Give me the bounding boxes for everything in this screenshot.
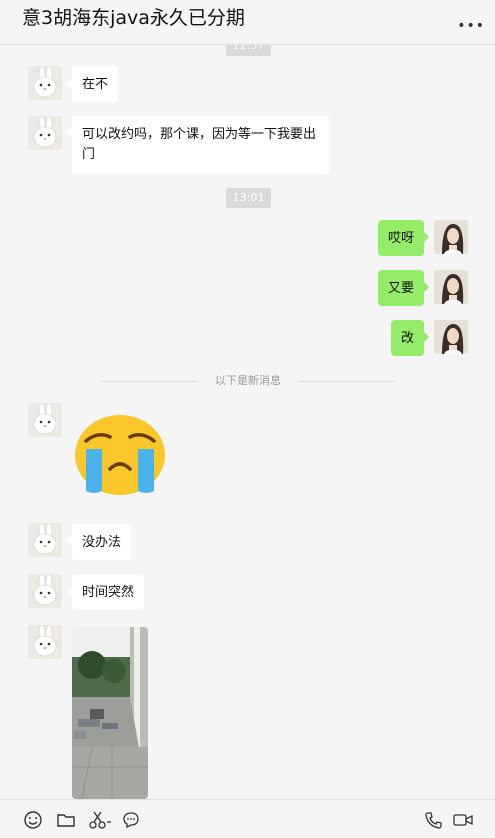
video-icon[interactable]: [452, 810, 474, 830]
message-outgoing[interactable]: 哎呀: [377, 220, 430, 256]
scissors-icon[interactable]: [88, 810, 114, 830]
message-incoming[interactable]: 可以改约吗，那个课，因为等一下我要出门: [67, 116, 330, 174]
avatar-contact[interactable]: [28, 625, 62, 659]
new-messages-divider: 以下是新消息: [102, 371, 394, 391]
divider-line: [298, 381, 394, 382]
more-options-icon[interactable]: •••: [457, 18, 485, 34]
avatar-self[interactable]: [434, 320, 468, 354]
message-incoming[interactable]: 在不: [66, 66, 119, 102]
phone-icon[interactable]: [424, 810, 444, 830]
avatar-contact[interactable]: [28, 523, 62, 557]
avatar-contact[interactable]: [28, 574, 62, 608]
message-incoming[interactable]: 没办法: [66, 524, 132, 560]
avatar-contact[interactable]: [28, 403, 62, 437]
timestamp: 12:57: [226, 45, 271, 56]
message-outgoing[interactable]: 改: [390, 320, 430, 356]
avatar-contact[interactable]: [28, 66, 62, 100]
input-toolbar: [0, 799, 495, 838]
message-outgoing[interactable]: 又要: [377, 270, 430, 306]
message-list[interactable]: 12:57 在不 可以改约吗，那个课，因为等一下我要出门 13:01 哎呀 又要…: [0, 45, 495, 799]
emoji-icon[interactable]: [23, 810, 43, 830]
avatar-self[interactable]: [434, 270, 468, 304]
chat-bubble-icon[interactable]: [121, 810, 141, 830]
chat-title: 意3胡海东java永久已分期: [22, 7, 245, 29]
avatar-self[interactable]: [434, 220, 468, 254]
message-incoming[interactable]: 时间突然: [66, 574, 145, 610]
chat-header: 意3胡海东java永久已分期 •••: [0, 0, 495, 45]
avatar-contact[interactable]: [28, 116, 62, 150]
photo-message[interactable]: [72, 627, 148, 799]
folder-icon[interactable]: [56, 810, 76, 830]
crying-face-emoji-icon[interactable]: [72, 411, 168, 495]
timestamp: 13:01: [226, 188, 271, 208]
